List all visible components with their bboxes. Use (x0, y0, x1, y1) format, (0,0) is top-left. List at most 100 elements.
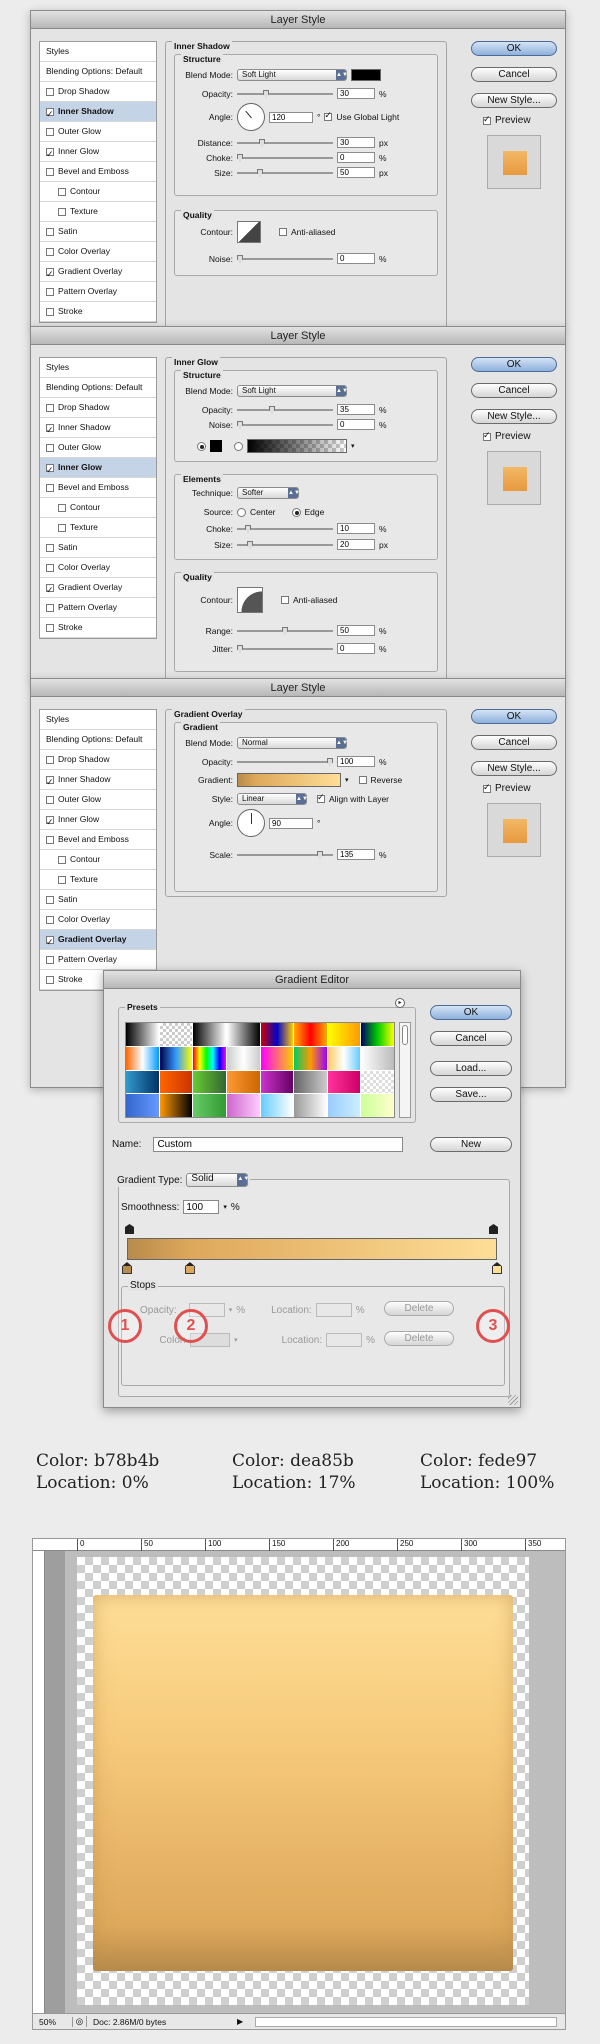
size-input[interactable] (337, 539, 375, 550)
anti-aliased-checkbox[interactable] (281, 596, 289, 604)
ok-button[interactable]: OK (471, 41, 557, 56)
style-item-blending-options-default[interactable]: Blending Options: Default (40, 378, 156, 398)
style-item-checkbox[interactable] (46, 443, 54, 452)
style-item-outer-glow[interactable]: Outer Glow (40, 790, 156, 810)
style-item-blending-options-default[interactable]: Blending Options: Default (40, 730, 156, 750)
preset-swatch[interactable] (361, 1046, 394, 1070)
preset-swatch[interactable] (260, 1046, 294, 1070)
style-item-inner-shadow[interactable]: Inner Shadow (40, 102, 156, 124)
style-item-inner-glow[interactable]: Inner Glow (40, 142, 156, 164)
new-style-button[interactable]: New Style... (471, 409, 557, 424)
cancel-button[interactable]: Cancel (430, 1031, 512, 1046)
align-with-layer-checkbox[interactable] (317, 792, 325, 803)
style-item-checkbox[interactable] (58, 503, 66, 512)
style-item-checkbox[interactable] (58, 855, 66, 864)
opacity-stop-right[interactable] (489, 1224, 498, 1234)
style-item-inner-glow[interactable]: Inner Glow (40, 810, 156, 832)
gradient-picker[interactable] (237, 773, 341, 787)
horizontal-scrollbar[interactable] (255, 2016, 557, 2027)
chevron-down-icon[interactable]: ▾ (345, 776, 349, 784)
resize-grip[interactable] (508, 1395, 518, 1405)
style-item-stroke[interactable]: Stroke (40, 302, 156, 322)
glow-color-swatch[interactable] (210, 440, 222, 452)
size-input[interactable] (337, 167, 375, 178)
preset-swatch[interactable] (193, 1023, 226, 1046)
style-item-pattern-overlay[interactable]: Pattern Overlay (40, 598, 156, 618)
blend-mode-select[interactable]: Soft Light ▲▼ (237, 385, 348, 397)
chevron-down-icon[interactable]: ▾ (229, 1306, 233, 1314)
choke-slider[interactable] (237, 524, 333, 533)
preset-swatch[interactable] (361, 1094, 394, 1117)
preset-swatch[interactable] (327, 1070, 361, 1094)
style-item-checkbox[interactable] (46, 227, 54, 236)
preset-swatch[interactable] (327, 1094, 361, 1117)
preset-swatch[interactable] (226, 1070, 260, 1094)
style-item-inner-glow[interactable]: Inner Glow (40, 458, 156, 480)
range-slider[interactable] (237, 626, 333, 635)
style-item-gradient-overlay[interactable]: Gradient Overlay (40, 930, 156, 952)
preset-swatch[interactable] (159, 1070, 193, 1094)
style-item-color-overlay[interactable]: Color Overlay (40, 910, 156, 930)
style-item-checkbox[interactable] (46, 247, 54, 256)
noise-input[interactable] (337, 419, 375, 430)
style-item-checkbox[interactable] (46, 975, 54, 984)
delete-button[interactable]: Delete (384, 1331, 454, 1346)
jitter-input[interactable] (337, 643, 375, 654)
preset-swatch[interactable] (294, 1023, 327, 1046)
reverse-checkbox[interactable] (358, 776, 367, 784)
preset-swatch[interactable] (193, 1070, 226, 1094)
contour-picker[interactable] (237, 587, 263, 613)
choke-input[interactable] (337, 152, 375, 163)
style-item-checkbox[interactable] (46, 403, 54, 412)
style-item-pattern-overlay[interactable]: Pattern Overlay (40, 950, 156, 970)
style-item-stroke[interactable]: Stroke (40, 618, 156, 638)
preset-swatch[interactable] (159, 1046, 193, 1070)
source-edge-radio[interactable] (291, 507, 301, 517)
preset-swatch[interactable] (193, 1046, 226, 1070)
solid-color-radio[interactable] (197, 441, 206, 451)
preset-swatch[interactable] (193, 1094, 226, 1117)
delete-button[interactable]: Delete (384, 1301, 454, 1316)
style-item-checkbox[interactable] (46, 773, 54, 792)
angle-dial[interactable] (237, 809, 265, 837)
style-item-checkbox[interactable] (46, 581, 54, 600)
style-item-checkbox[interactable] (46, 915, 54, 924)
play-arrow-icon[interactable]: ▶ (237, 2017, 247, 2026)
style-item-bevel-and-emboss[interactable]: Bevel and Emboss (40, 478, 156, 498)
load-button[interactable]: Load... (430, 1061, 512, 1076)
style-item-checkbox[interactable] (46, 287, 54, 296)
style-item-texture[interactable]: Texture (40, 870, 156, 890)
style-item-checkbox[interactable] (46, 167, 54, 176)
color-stop-1[interactable] (122, 1262, 132, 1274)
preset-swatch[interactable] (294, 1094, 327, 1117)
style-item-drop-shadow[interactable]: Drop Shadow (40, 82, 156, 102)
style-item-inner-shadow[interactable]: Inner Shadow (40, 770, 156, 792)
style-item-checkbox[interactable] (46, 795, 54, 804)
blend-mode-select[interactable]: Normal ▲▼ (237, 737, 348, 749)
preview-checkbox[interactable] (483, 782, 491, 793)
style-item-contour[interactable]: Contour (40, 850, 156, 870)
save-button[interactable]: Save... (430, 1087, 512, 1102)
style-item-contour[interactable]: Contour (40, 498, 156, 518)
preset-swatch[interactable] (260, 1070, 294, 1094)
gradient-rectangle-layer[interactable] (93, 1595, 513, 1971)
ok-button[interactable]: OK (471, 357, 557, 372)
style-item-texture[interactable]: Texture (40, 202, 156, 222)
style-item-checkbox[interactable] (46, 483, 54, 492)
gradient-type-select[interactable]: Solid ▲▼ (186, 1173, 249, 1187)
style-item-checkbox[interactable] (58, 187, 66, 196)
opacity-input[interactable] (337, 88, 375, 99)
style-item-checkbox[interactable] (46, 895, 54, 904)
preset-swatch[interactable] (159, 1023, 193, 1046)
preset-swatch[interactable] (361, 1070, 394, 1094)
choke-slider[interactable] (237, 153, 333, 162)
noise-slider[interactable] (237, 254, 333, 263)
opacity-slider[interactable] (237, 405, 333, 414)
style-item-checkbox[interactable] (46, 87, 54, 96)
preset-swatch[interactable] (361, 1023, 394, 1046)
preset-swatch[interactable] (260, 1094, 294, 1117)
style-item-checkbox[interactable] (58, 875, 66, 884)
preset-swatch[interactable] (159, 1094, 193, 1117)
chevron-down-icon[interactable]: ▾ (234, 1336, 238, 1344)
preset-swatch[interactable] (226, 1023, 260, 1046)
